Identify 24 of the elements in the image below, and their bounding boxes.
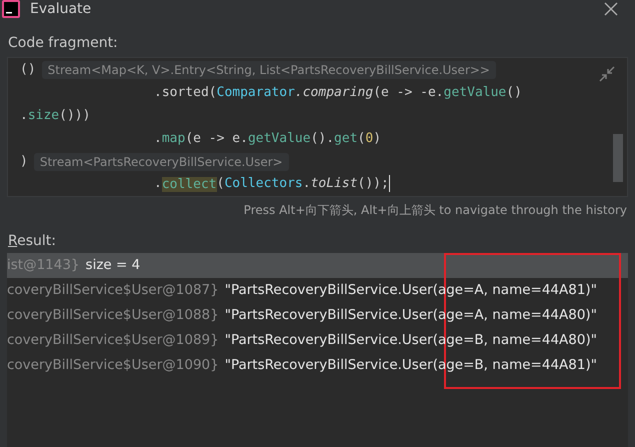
code-line: .size())) (20, 106, 90, 124)
code-line: .collect(Collectors.toList()); (153, 175, 390, 194)
result-row[interactable]: ist@1143} size = 4 (7, 253, 628, 278)
scrollbar[interactable] (613, 134, 623, 182)
app-logo-icon (2, 0, 20, 18)
code-line: () (20, 60, 36, 78)
result-label: Result: (7, 232, 57, 251)
object-value: size = 4 (86, 257, 140, 273)
object-id: coveryBillService$User@1087} (7, 282, 219, 298)
close-icon[interactable] (604, 2, 618, 16)
object-id: coveryBillService$User@1088} (7, 307, 219, 323)
object-id: coveryBillService$User@1089} (7, 332, 219, 348)
code-editor[interactable] (7, 57, 628, 197)
window-title: Evaluate (30, 1, 92, 17)
history-hint: Press Alt+向下箭头, Alt+向上箭头 to navigate through the history (242, 202, 628, 219)
type-hint: Stream<PartsRecoveryBillService.User> (34, 152, 289, 170)
code-fragment-label: Code fragment: (7, 34, 119, 53)
object-id: ist@1143} (7, 257, 80, 273)
code-line: .sorted(Comparator.comparing(e -> -e.getValue() (153, 84, 522, 102)
code-line: .map(e -> e.getValue().get(0) (153, 130, 382, 148)
collapse-icon[interactable] (599, 66, 615, 82)
code-line: ) (20, 152, 28, 170)
object-id: coveryBillService$User@1090} (7, 357, 219, 373)
type-hint: Stream<Map<K, V>.Entry<String, List<PartsRecoveryBillService.User>> (42, 60, 496, 78)
